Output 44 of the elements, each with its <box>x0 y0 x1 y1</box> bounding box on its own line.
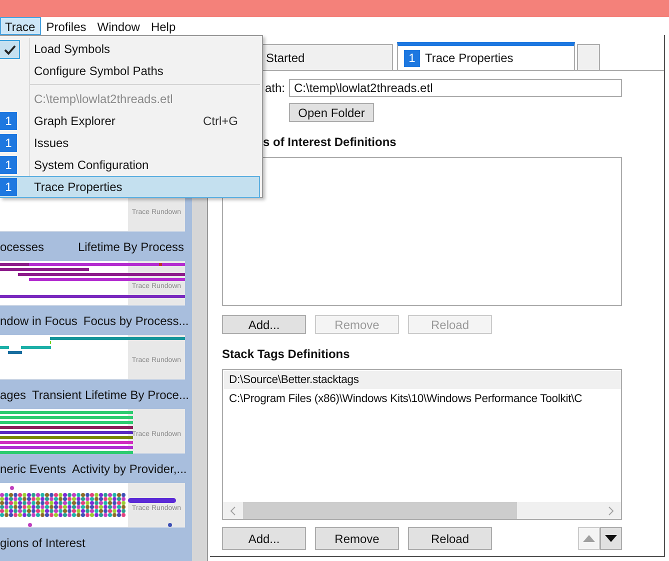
section-heading: s of Interest Definitions <box>262 135 398 149</box>
move-down-button[interactable] <box>600 527 622 550</box>
scrollbar-thumb[interactable] <box>243 502 517 519</box>
tab[interactable]: 1 Trace Properties <box>397 42 575 70</box>
triangle-up-icon <box>583 535 595 542</box>
triangle-down-icon <box>605 535 617 542</box>
menu-file-path: C:\temp\lowlat2threads.etl <box>33 91 174 108</box>
horizontal-scrollbar[interactable] <box>223 502 621 519</box>
menu-bar-item[interactable]: Window <box>92 17 146 35</box>
graph-category: neric Events <box>0 462 66 476</box>
menu-bar-item[interactable]: Trace <box>0 17 42 35</box>
menu-item[interactable]: 1 Issues <box>0 132 260 154</box>
menu-bar-item[interactable]: Help <box>146 17 182 35</box>
count-badge: 1 <box>0 178 17 196</box>
count-badge: 1 <box>0 134 17 152</box>
graph-category: ocesses <box>0 240 44 254</box>
scroll-right-icon[interactable] <box>607 506 615 516</box>
menu-item[interactable]: 1 System Configuration <box>0 154 260 176</box>
menu-item[interactable]: 1 Trace Properties <box>0 176 260 198</box>
list-item[interactable]: C:\Program Files (x86)\Windows Kits\10\Windows Performance Toolkit\C <box>224 390 621 408</box>
menu-item[interactable]: 1 Graph Explorer Ctrl+G <box>0 110 260 132</box>
graph-category: gions of Interest <box>0 536 86 550</box>
graph-title[interactable]: Transient Lifetime By Proce... <box>32 388 189 402</box>
graph-title[interactable]: Lifetime By Process <box>78 240 184 254</box>
graph-title[interactable]: Focus by Process... <box>83 314 189 328</box>
open-folder-button[interactable]: Open Folder <box>289 103 374 122</box>
path-field[interactable]: C:\temp\lowlat2threads.etl <box>289 79 622 97</box>
graph-category: ages <box>0 388 26 402</box>
section-heading: Stack Tags Definitions <box>222 347 351 361</box>
graph-category: ndow in Focus <box>0 314 78 328</box>
list-button[interactable]: Reload <box>408 527 492 550</box>
scroll-left-icon[interactable] <box>229 506 237 516</box>
list-button[interactable]: Add... <box>222 315 306 334</box>
graph-title[interactable]: Activity by Provider,... <box>72 462 187 476</box>
regions-list[interactable] <box>222 157 622 306</box>
count-badge: 1 <box>0 112 17 130</box>
count-badge: 1 <box>0 156 17 174</box>
stack-tags-list[interactable]: D:\Source\Better.stacktags C:\Program Files (x86)\Windows Kits\10\Windows Performance Toolkit\C <box>222 369 622 520</box>
tab[interactable] <box>577 44 600 70</box>
path-label: ath: <box>264 81 286 95</box>
list-button[interactable]: Add... <box>222 527 306 550</box>
list-button[interactable]: Remove <box>315 527 399 550</box>
list-item[interactable]: D:\Source\Better.stacktags <box>224 371 621 389</box>
menu-bar-item[interactable]: Profiles <box>41 17 92 35</box>
